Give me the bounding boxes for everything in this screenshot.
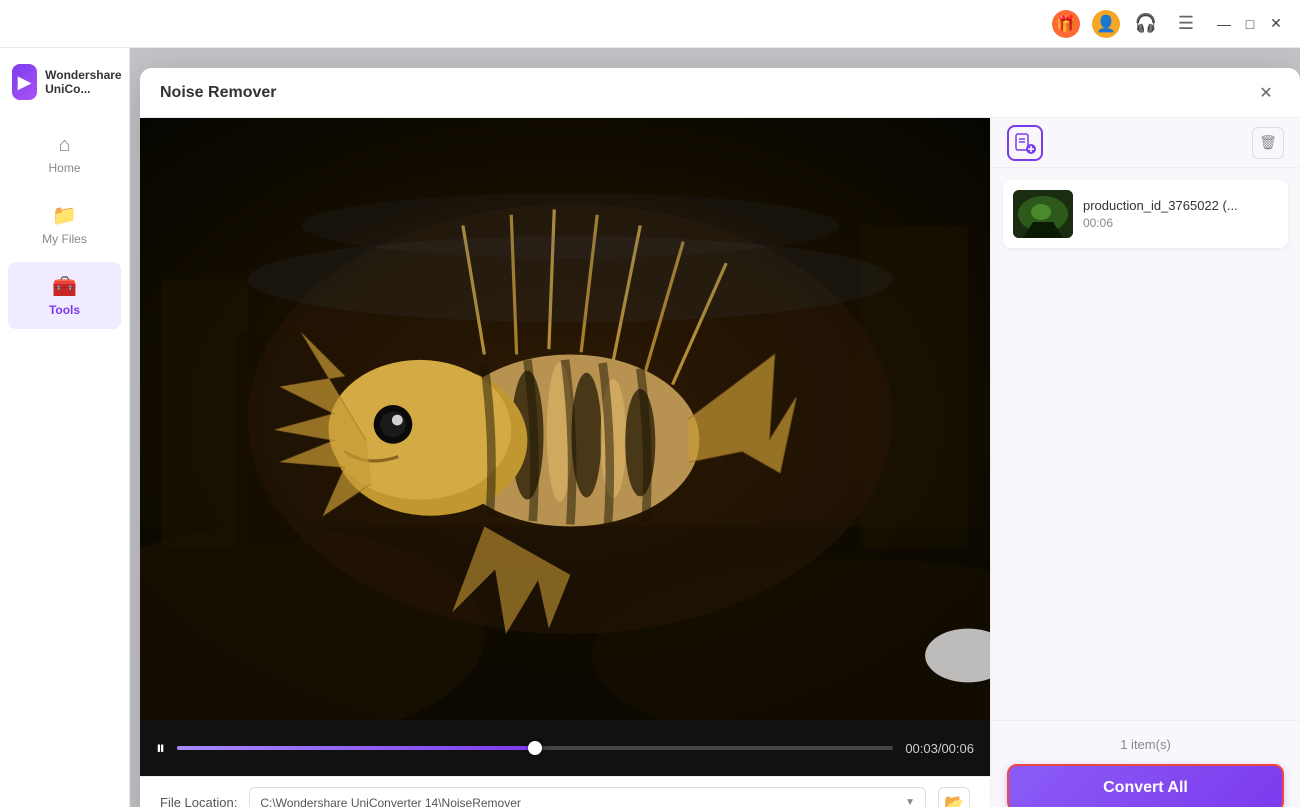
- delete-button[interactable]: 🗑: [1252, 127, 1284, 159]
- modal-overlay: Noise Remover ✕: [130, 48, 1300, 807]
- home-icon: ⌂: [58, 134, 70, 157]
- video-frame: [140, 118, 990, 720]
- video-area: ⏸ 00:03/00:06 File Location: C:\Wondersh…: [140, 118, 990, 807]
- convert-all-button[interactable]: Convert All: [1007, 764, 1284, 807]
- file-name: production_id_3765022 (...: [1083, 198, 1278, 213]
- file-location-path: C:\Wondershare UniConverter 14\NoiseRemo…: [260, 796, 521, 807]
- headset-icon[interactable]: 🎧: [1132, 10, 1160, 38]
- video-display: [140, 118, 990, 720]
- app-name: Wondershare UniCo...: [45, 68, 132, 97]
- sidebar-item-myfiles[interactable]: 📁 My Files: [8, 191, 121, 258]
- main-content: ...tection ...lly detect...tions and spl…: [130, 48, 1300, 807]
- add-file-icon: [1014, 132, 1036, 154]
- progress-fill: [177, 746, 535, 750]
- add-file-button[interactable]: [1007, 125, 1043, 161]
- gift-icon[interactable]: 🎁: [1052, 10, 1080, 38]
- window-controls: — □ ✕: [1216, 16, 1284, 32]
- menu-icon[interactable]: ☰: [1172, 10, 1200, 38]
- file-location-label: File Location:: [160, 795, 237, 807]
- sidebar-item-home[interactable]: ⌂ Home: [8, 122, 121, 187]
- tools-icon: 🧰: [52, 274, 77, 299]
- sidebar: ▶ Wondershare UniCo... ⌂ Home 📁 My Files…: [0, 48, 130, 807]
- tools-label: Tools: [49, 303, 80, 317]
- title-bar-icons: 🎁 👤 🎧 ☰: [1052, 10, 1200, 38]
- file-info: production_id_3765022 (... 00:06: [1083, 198, 1278, 230]
- file-location-bar: File Location: C:\Wondershare UniConvert…: [140, 776, 990, 807]
- app-logo: ▶: [12, 64, 37, 100]
- sidebar-item-tools[interactable]: 🧰 Tools: [8, 262, 121, 329]
- time-display: 00:03/00:06: [905, 741, 974, 756]
- folder-button[interactable]: 📂: [938, 787, 970, 807]
- video-controls: ⏸ 00:03/00:06: [140, 720, 990, 776]
- title-bar: 🎁 👤 🎧 ☰ — □ ✕: [0, 0, 1300, 48]
- dropdown-arrow-icon: ▼: [905, 797, 915, 807]
- noise-remover-modal: Noise Remover ✕: [140, 68, 1300, 807]
- pause-button[interactable]: ⏸: [156, 738, 165, 759]
- modal-right-header: 🗑: [991, 118, 1300, 168]
- minimize-button[interactable]: —: [1216, 16, 1232, 32]
- modal-title: Noise Remover: [160, 84, 277, 102]
- modal-right-footer: 1 item(s) Convert All: [991, 720, 1300, 807]
- logo-area: ▶ Wondershare UniCo...: [0, 64, 144, 120]
- myfiles-icon: 📁: [52, 203, 77, 228]
- progress-thumb: [528, 741, 542, 755]
- progress-bar[interactable]: [177, 746, 893, 750]
- modal-header: Noise Remover ✕: [140, 68, 1300, 118]
- file-duration: 00:06: [1083, 216, 1278, 230]
- file-thumbnail: [1013, 190, 1073, 238]
- file-location-input[interactable]: C:\Wondershare UniConverter 14\NoiseRemo…: [249, 787, 926, 807]
- user-icon[interactable]: 👤: [1092, 10, 1120, 38]
- convert-all-label: Convert All: [1103, 779, 1188, 797]
- myfiles-label: My Files: [42, 232, 87, 246]
- file-list: production_id_3765022 (... 00:06: [991, 168, 1300, 720]
- maximize-button[interactable]: □: [1242, 16, 1258, 32]
- modal-body: ⏸ 00:03/00:06 File Location: C:\Wondersh…: [140, 118, 1300, 807]
- modal-close-button[interactable]: ✕: [1252, 79, 1280, 107]
- items-count: 1 item(s): [1007, 737, 1284, 752]
- close-button[interactable]: ✕: [1268, 16, 1284, 32]
- file-item[interactable]: production_id_3765022 (... 00:06: [1003, 180, 1288, 248]
- modal-right-panel: 🗑: [990, 118, 1300, 807]
- home-label: Home: [48, 161, 80, 175]
